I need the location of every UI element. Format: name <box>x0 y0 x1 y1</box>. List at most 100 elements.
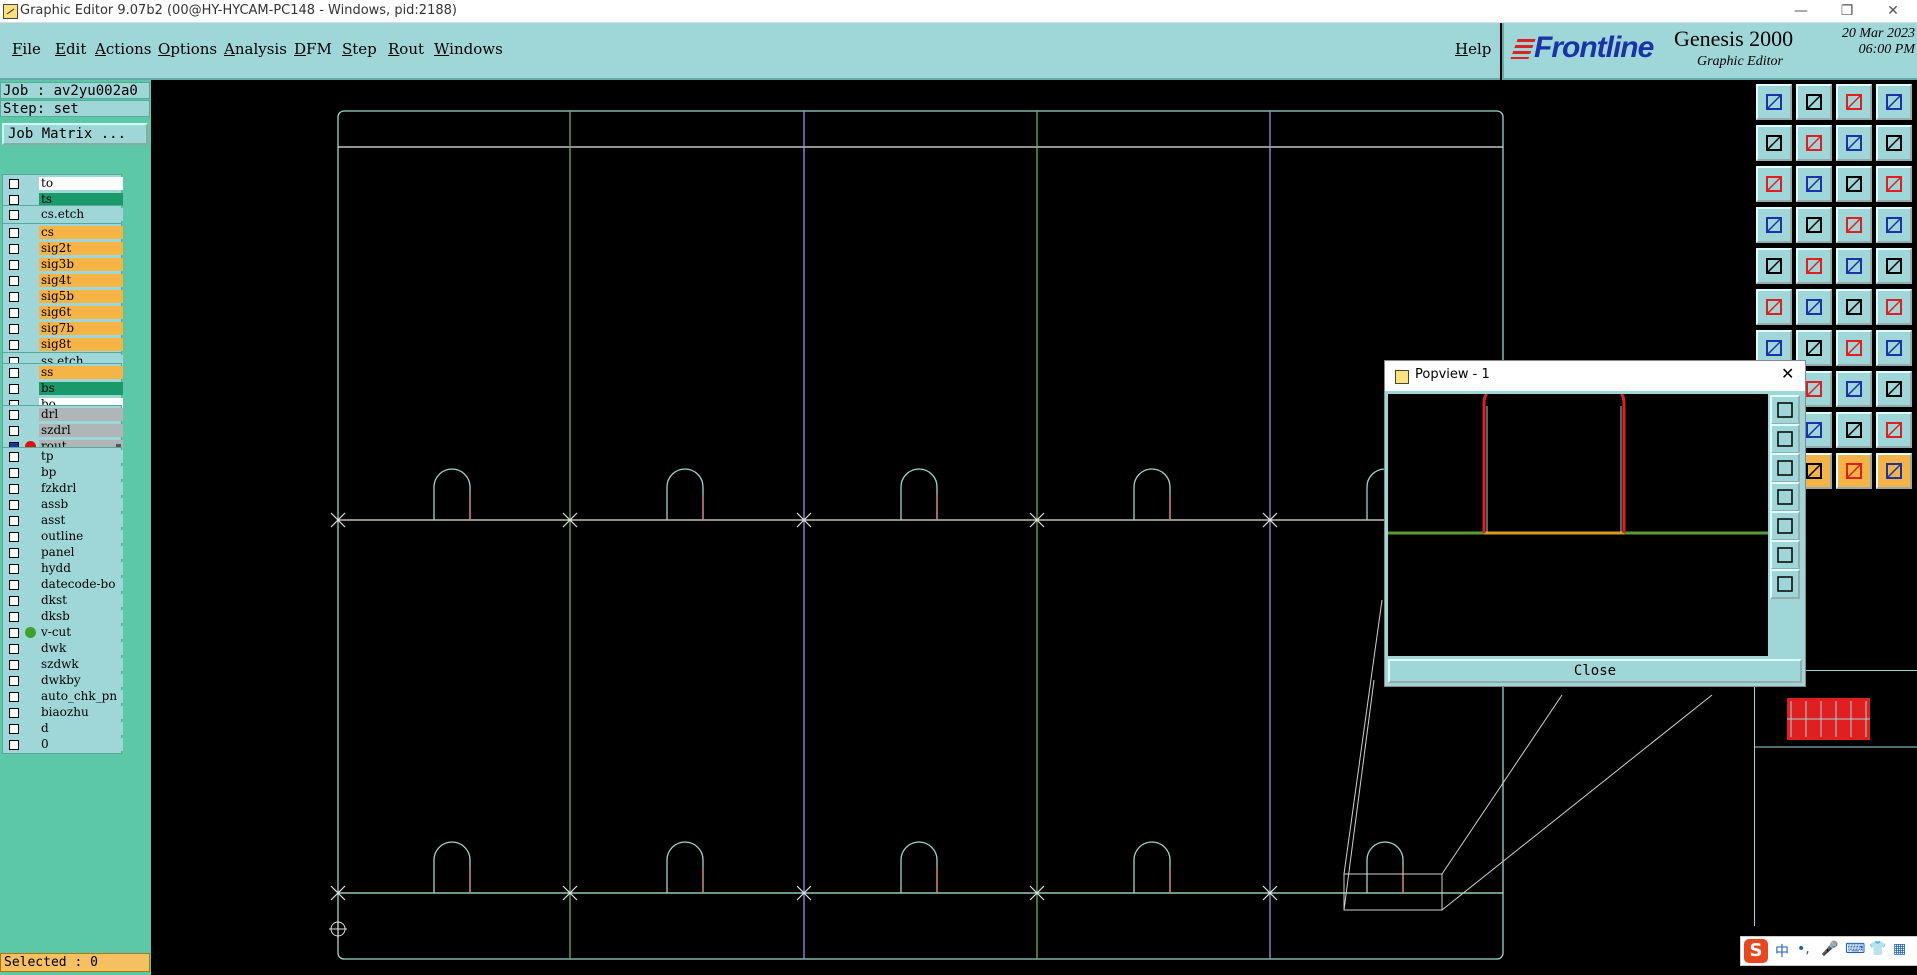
layer-checkbox[interactable] <box>9 228 19 238</box>
layer-name[interactable]: 0 <box>39 738 123 751</box>
layer-row[interactable]: to <box>3 176 123 191</box>
layer-row[interactable]: sig3b <box>3 257 123 272</box>
popview-close-icon[interactable]: ✕ <box>1781 364 1794 383</box>
layer-checkbox[interactable] <box>9 628 19 638</box>
comp-icon[interactable] <box>1876 330 1912 366</box>
layer-name[interactable]: hydd <box>39 562 123 575</box>
minimize-button[interactable]: — <box>1778 1 1824 21</box>
layer-name[interactable]: sig5b <box>39 290 123 303</box>
layer-name[interactable]: dkst <box>39 594 123 607</box>
ruler-icon[interactable] <box>1836 248 1872 284</box>
layer-checkbox[interactable] <box>9 692 19 702</box>
popview-close-button[interactable]: Close <box>1388 659 1802 683</box>
menu-step[interactable]: Step <box>342 40 377 58</box>
layer-name[interactable]: bp <box>39 466 123 479</box>
layer-name[interactable]: outline <box>39 530 123 543</box>
layer-row[interactable]: outline <box>3 529 123 544</box>
layer-checkbox[interactable] <box>9 324 19 334</box>
import-icon[interactable] <box>1756 125 1792 161</box>
snap-icon[interactable] <box>1756 207 1792 243</box>
menu-dfm[interactable]: DFM <box>294 40 332 58</box>
sogou-ime-icon[interactable]: S <box>1744 939 1768 963</box>
layer-name[interactable]: sig2t <box>39 242 123 255</box>
keyboard-icon[interactable]: ⌨ <box>1845 941 1865 957</box>
layer-checkbox[interactable] <box>9 384 19 394</box>
layer-row[interactable]: bs <box>3 381 123 396</box>
layer-name[interactable]: drl <box>39 408 123 421</box>
layer-checkbox[interactable] <box>9 340 19 350</box>
overview-map[interactable] <box>1754 670 1917 926</box>
close-window-button[interactable]: ✕ <box>1870 1 1916 21</box>
layer-name[interactable]: panel <box>39 546 123 559</box>
layer-row[interactable]: sig4t <box>3 273 123 288</box>
layer-name[interactable]: tp <box>39 450 123 463</box>
line-add-icon[interactable] <box>1836 289 1872 325</box>
layer-checkbox[interactable] <box>9 179 19 189</box>
pick-icon[interactable] <box>1876 453 1912 489</box>
layer-name[interactable]: assb <box>39 498 123 511</box>
layer-checkbox[interactable] <box>9 500 19 510</box>
layer-name[interactable]: sig8t <box>39 338 123 351</box>
layer-row[interactable]: dwk <box>3 641 123 656</box>
popview-zoom-icon[interactable] <box>1770 395 1800 425</box>
layer-checkbox[interactable] <box>9 612 19 622</box>
layer-checkbox[interactable] <box>9 516 19 526</box>
layer-row[interactable]: dksb <box>3 609 123 624</box>
dot-icon[interactable] <box>1876 248 1912 284</box>
menu-actions[interactable]: Actions <box>95 40 151 58</box>
angle-icon[interactable] <box>1876 412 1912 448</box>
layer-checkbox[interactable] <box>9 660 19 670</box>
layer-row[interactable]: biaozhu <box>3 705 123 720</box>
fit-icon[interactable] <box>1756 166 1792 202</box>
rout-tool-icon[interactable] <box>1836 207 1872 243</box>
job-matrix-button[interactable]: Job Matrix ... <box>2 123 148 145</box>
layer-checkbox[interactable] <box>9 644 19 654</box>
layer-row[interactable]: dwkby <box>3 673 123 688</box>
layer-row[interactable]: panel <box>3 545 123 560</box>
layout-icon[interactable] <box>1876 84 1912 120</box>
layer-checkbox[interactable] <box>9 308 19 318</box>
layer-row[interactable]: hydd <box>3 561 123 576</box>
cross-icon[interactable] <box>1796 289 1832 325</box>
layer-checkbox[interactable] <box>9 532 19 542</box>
layer-checkbox[interactable] <box>9 676 19 686</box>
layer-checkbox[interactable] <box>9 292 19 302</box>
popview-export-icon[interactable] <box>1770 511 1800 541</box>
layer-row[interactable]: auto_chk_pn <box>3 689 123 704</box>
popview-save-icon[interactable] <box>1770 453 1800 483</box>
layer-row[interactable]: v-cut <box>3 625 123 640</box>
connect-icon[interactable] <box>1756 289 1792 325</box>
toolbox-icon[interactable]: ▦ <box>1893 941 1906 957</box>
layer-name[interactable]: auto_chk_pn <box>39 690 123 703</box>
layer-row[interactable]: dkst <box>3 593 123 608</box>
menu-file[interactable]: File <box>12 40 41 58</box>
popview-canvas[interactable] <box>1388 394 1768 656</box>
layer-name[interactable]: sig3b <box>39 258 123 271</box>
menu-rout[interactable]: Rout <box>388 40 424 58</box>
layer-row[interactable]: sig6t <box>3 305 123 320</box>
arch-icon[interactable] <box>1836 412 1872 448</box>
layer-name[interactable]: d <box>39 722 123 735</box>
layer-row[interactable]: tp <box>3 449 123 464</box>
restore-button[interactable]: ❐ <box>1824 1 1870 21</box>
layer-checkbox[interactable] <box>9 244 19 254</box>
layer-name[interactable]: cs.etch <box>39 208 123 221</box>
popview-open-icon[interactable] <box>1770 424 1800 454</box>
rotate-icon[interactable] <box>1836 330 1872 366</box>
layer-name[interactable]: sig7b <box>39 322 123 335</box>
layer-checkbox[interactable] <box>9 468 19 478</box>
scale-icon[interactable] <box>1836 166 1872 202</box>
layer-row[interactable]: sig2t <box>3 241 123 256</box>
layer-name[interactable]: sig4t <box>39 274 123 287</box>
layer-row[interactable]: 0 <box>3 737 123 752</box>
layer-name[interactable]: dksb <box>39 610 123 623</box>
layer-row[interactable]: cs <box>3 225 123 240</box>
ime-punct-icon[interactable]: •, <box>1797 941 1810 957</box>
layer-checkbox[interactable] <box>9 210 19 220</box>
layer-name[interactable]: szdwk <box>39 658 123 671</box>
layer-checkbox[interactable] <box>9 195 19 205</box>
layer-checkbox[interactable] <box>9 548 19 558</box>
home-icon[interactable] <box>1836 84 1872 120</box>
layer-checkbox[interactable] <box>9 368 19 378</box>
menu-options[interactable]: Options <box>158 40 217 58</box>
